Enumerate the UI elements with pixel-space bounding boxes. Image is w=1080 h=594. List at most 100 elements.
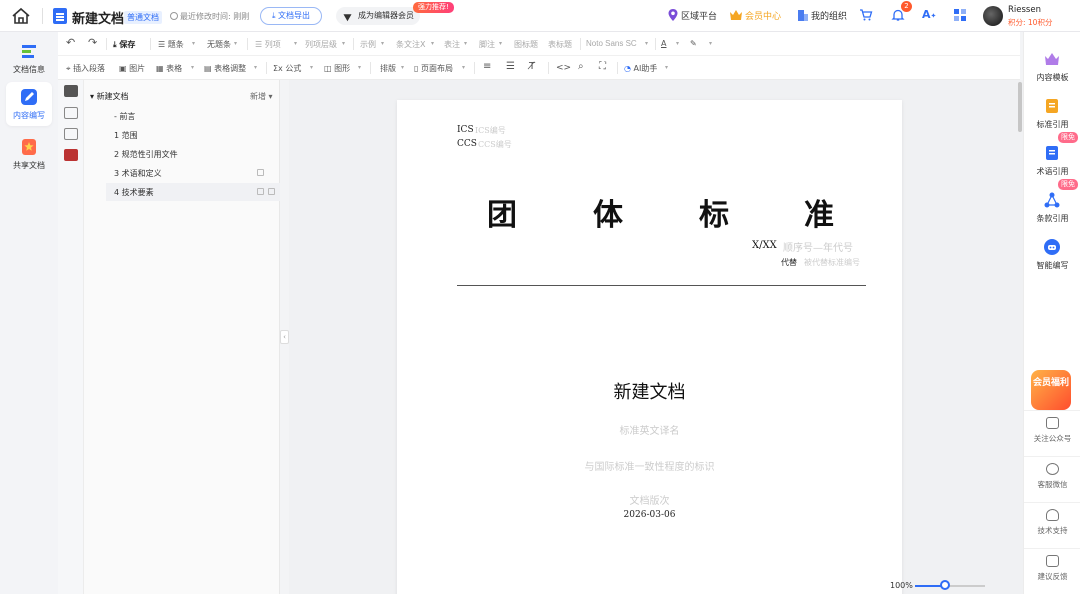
outline-item[interactable]: 3 术语和定义 — [114, 168, 162, 179]
outline-add-button[interactable]: 新增 ▾ — [250, 91, 273, 102]
tech-support-button[interactable]: 技术支持 — [1024, 502, 1080, 542]
chevron-down-icon[interactable]: ▾ — [665, 64, 668, 71]
feedback-button[interactable]: 建议反馈 — [1024, 548, 1080, 588]
document-name[interactable]: 新建文档 — [397, 378, 902, 404]
example-button[interactable]: 示例 — [360, 39, 376, 50]
table-note-button[interactable]: 表注 — [444, 39, 460, 50]
standard-number[interactable]: X/XX — [752, 240, 777, 251]
code-view-icon[interactable]: <> — [556, 63, 571, 73]
member-benefit-promo[interactable]: 会员福利 — [1031, 370, 1071, 410]
outline-item[interactable]: 4 技术要素 — [114, 187, 154, 198]
consistency-input[interactable]: 与国际标准一致性程度的标识 — [397, 458, 902, 473]
clause-note-button[interactable]: 条文注X — [396, 39, 425, 50]
list-level-button[interactable]: 列项层级 — [305, 39, 337, 50]
heading-button[interactable]: ☰ 题条 — [158, 39, 184, 50]
copy-icon[interactable] — [257, 169, 264, 176]
chevron-down-icon[interactable]: ▾ — [709, 40, 712, 47]
chevron-down-icon[interactable]: ▾ — [676, 40, 679, 47]
document-title[interactable]: 新建文档 — [72, 8, 124, 27]
chevron-down-icon[interactable]: ▾ — [464, 40, 467, 47]
export-button[interactable]: ⤓ 文档导出 — [260, 7, 322, 25]
copy-icon[interactable] — [257, 188, 264, 195]
member-center-link[interactable]: 会员中心 — [745, 9, 781, 22]
ai-icon[interactable]: A✦ — [922, 8, 936, 21]
nav-shared-docs[interactable]: 共享文档 — [6, 132, 52, 176]
image-button[interactable]: ▣ 图片 — [119, 63, 145, 74]
clause-reference-button[interactable]: 限免 条款引用 — [1024, 179, 1080, 233]
formula-button[interactable]: Σx 公式 — [273, 63, 301, 74]
become-member-button[interactable]: 成为编辑器会员 — [336, 7, 420, 25]
version-input[interactable]: 文档版次 — [397, 492, 902, 507]
region-platform-link[interactable]: 区域平台 — [681, 9, 717, 22]
outline-item[interactable]: 2 规范性引用文件 — [114, 149, 178, 160]
user-name[interactable]: Riessen — [1008, 5, 1041, 15]
no-heading-button[interactable]: 无题条 — [207, 39, 231, 50]
document-date[interactable]: 2026-03-06 — [397, 510, 902, 520]
undo-icon[interactable]: ↶ — [66, 36, 75, 49]
outline-item[interactable]: - 前言 — [114, 111, 135, 122]
replaced-standard-input[interactable]: 被代替标准编号 — [804, 257, 860, 268]
chevron-down-icon[interactable]: ▾ — [254, 64, 257, 71]
outline-item[interactable]: 1 范围 — [114, 130, 138, 141]
outline-view-icon[interactable] — [64, 85, 78, 97]
page-layout-button[interactable]: ▯ 页面布局 — [414, 63, 453, 74]
chevron-down-icon[interactable]: ▾ — [234, 40, 237, 47]
figure-caption-button[interactable]: 图标题 — [514, 39, 538, 50]
document-page[interactable]: ICS ICS编号 CCS CCS编号 团 体 标 准 X/XX 顺序号—年代号… — [397, 100, 902, 594]
collapse-panel-handle[interactable]: ‹ — [280, 330, 289, 344]
font-color-icon[interactable]: A — [661, 39, 666, 48]
apps-grid-icon[interactable] — [953, 8, 967, 22]
shape-button[interactable]: ◫ 图形 — [324, 63, 350, 74]
service-wechat-button[interactable]: 客服微信 — [1024, 456, 1080, 496]
footnote-button[interactable]: 脚注 — [479, 39, 495, 50]
chevron-down-icon[interactable]: ▾ — [294, 40, 297, 47]
ccs-input[interactable]: CCS编号 — [478, 139, 512, 150]
zoom-slider[interactable] — [915, 585, 985, 587]
chevron-down-icon[interactable]: ▾ — [192, 40, 195, 47]
english-name-input[interactable]: 标准英文译名 — [397, 422, 902, 437]
table-adjust-button[interactable]: ▤ 表格调整 — [204, 63, 246, 74]
my-organization-link[interactable]: 我的组织 — [811, 9, 847, 22]
list-item-button[interactable]: ☰ 列项 — [255, 39, 281, 50]
search-icon[interactable]: ⌕ — [578, 61, 584, 72]
chevron-down-icon[interactable]: ▾ — [310, 64, 313, 71]
ai-assistant-button[interactable]: ◔ AI助手 — [624, 63, 657, 74]
chevron-down-icon[interactable]: ▾ — [462, 64, 465, 71]
clear-format-icon[interactable]: T̸ — [529, 61, 535, 72]
indent-icon[interactable]: ☰ — [506, 61, 515, 72]
chevron-down-icon[interactable]: ▾ — [381, 40, 384, 47]
user-avatar[interactable] — [983, 6, 1003, 26]
sequence-year-input[interactable]: 顺序号—年代号 — [783, 239, 853, 254]
table-caption-button[interactable]: 表标题 — [548, 39, 572, 50]
word-doc-icon[interactable] — [64, 149, 78, 161]
page-view-icon[interactable] — [64, 128, 78, 140]
table-button[interactable]: ▦ 表格 — [156, 63, 182, 74]
outline-root[interactable]: ▾ 新建文档 — [90, 91, 129, 102]
chevron-down-icon[interactable]: ▾ — [645, 40, 648, 47]
font-family-select[interactable]: Noto Sans SC — [586, 39, 637, 48]
fullscreen-icon[interactable]: ⛶ — [599, 61, 606, 72]
home-icon[interactable] — [11, 6, 31, 26]
chevron-down-icon[interactable]: ▾ — [401, 64, 404, 71]
chevron-down-icon[interactable]: ▾ — [191, 64, 194, 71]
chevron-down-icon[interactable]: ▾ — [358, 64, 361, 71]
chevron-down-icon[interactable]: ▾ — [499, 40, 502, 47]
nav-content-edit[interactable]: 内容编写 — [6, 82, 52, 126]
align-left-icon[interactable]: ≡ — [483, 61, 491, 72]
content-template-button[interactable]: 内容模板 — [1024, 46, 1080, 92]
list-view-icon[interactable] — [64, 107, 78, 119]
layout-button[interactable]: 排版 — [380, 63, 396, 74]
trash-icon[interactable] — [268, 188, 275, 195]
chevron-down-icon[interactable]: ▾ — [342, 40, 345, 47]
save-button[interactable]: ⤓ 保存 — [113, 39, 135, 50]
cart-icon[interactable] — [859, 8, 873, 22]
smart-write-button[interactable]: 智能编写 — [1024, 234, 1080, 280]
nav-doc-info[interactable]: 文档信息 — [6, 36, 52, 80]
follow-wechat-button[interactable]: 关注公众号 — [1024, 410, 1080, 450]
ics-input[interactable]: ICS编号 — [475, 125, 506, 136]
redo-icon[interactable]: ↷ — [88, 36, 97, 49]
chevron-down-icon[interactable]: ▾ — [431, 40, 434, 47]
scrollbar-thumb[interactable] — [1018, 82, 1022, 132]
highlight-icon[interactable]: ✎ — [690, 39, 697, 48]
insert-paragraph-button[interactable]: ⌖ 插入段落 — [66, 63, 105, 74]
